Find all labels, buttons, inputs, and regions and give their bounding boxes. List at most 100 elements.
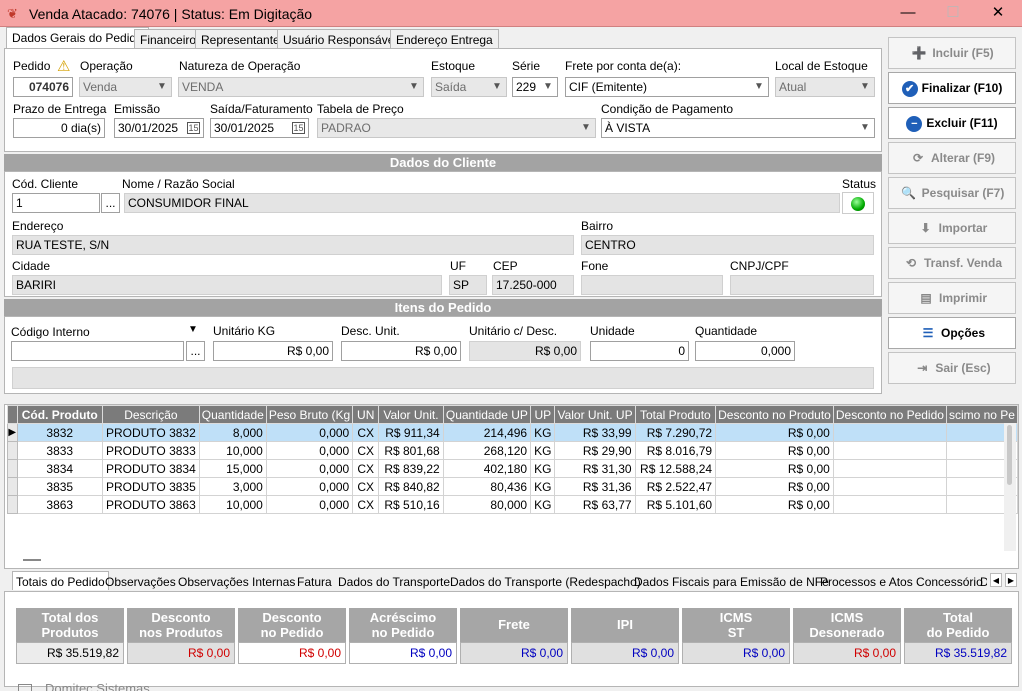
tab-scroll-right-icon[interactable]: ▶ xyxy=(1005,573,1017,587)
minimize-button[interactable]: — xyxy=(888,3,928,23)
table-cell[interactable]: 0,000 xyxy=(265,495,354,514)
table-cell[interactable]: 0,000 xyxy=(265,477,354,496)
tab-representante[interactable]: Representante xyxy=(195,29,286,48)
table-cell[interactable]: R$ 7.290,72 xyxy=(634,423,717,442)
table-cell[interactable]: 268,120 xyxy=(442,441,532,460)
table-cell[interactable]: 3833 xyxy=(16,441,103,460)
column-header[interactable]: Valor Unit. xyxy=(378,405,444,424)
table-cell[interactable]: KG xyxy=(530,441,556,460)
table-cell[interactable]: 402,180 xyxy=(442,459,532,478)
table-cell[interactable] xyxy=(832,477,947,496)
frete-select[interactable]: CIF (Emitente) ▼ xyxy=(565,77,769,97)
table-cell[interactable]: R$ 29,90 xyxy=(554,441,636,460)
table-cell[interactable] xyxy=(832,495,947,514)
table-cell[interactable] xyxy=(832,441,947,460)
calendar-icon[interactable]: 15 xyxy=(187,122,200,134)
caret-down-icon[interactable]: ▼ xyxy=(188,324,198,335)
table-cell[interactable]: R$ 2.522,47 xyxy=(634,477,717,496)
table-cell[interactable]: CX xyxy=(352,477,380,496)
estoque-select[interactable]: Saída ▼ xyxy=(431,77,507,97)
table-cell[interactable]: 10,000 xyxy=(198,495,267,514)
table-row[interactable]: 3835 PRODUTO 3835 3,000 0,000 CX R$ 840,82 80,… xyxy=(7,477,1019,496)
table-row[interactable]: 3863 PRODUTO 3863 10,000 0,000 CX R$ 510,16 80… xyxy=(7,495,1019,514)
table-cell[interactable]: PRODUTO 3863 xyxy=(101,495,200,514)
table-cell[interactable]: 0,000 xyxy=(265,423,354,442)
side-button-0[interactable]: ➕ Incluir (F5) xyxy=(888,37,1016,69)
column-header[interactable]: Valor Unit. UP xyxy=(554,405,636,424)
cliente-search-button[interactable]: ... xyxy=(101,193,120,213)
operacao-select[interactable]: Venda ▼ xyxy=(79,77,172,97)
produto-search-button[interactable]: ... xyxy=(186,341,205,361)
scrollbar-thumb[interactable] xyxy=(1007,425,1012,485)
table-cell[interactable]: R$ 911,34 xyxy=(378,423,444,442)
table-cell[interactable]: R$ 12.588,24 xyxy=(634,459,717,478)
bottom-tab[interactable]: Processos e Atos Concessório xyxy=(817,572,986,591)
table-row[interactable]: ▶ 3832 PRODUTO 3832 8,000 0,000 CX R$ 911,34 21… xyxy=(7,423,1019,442)
tab-dados-gerais[interactable]: Dados Gerais do Pedido xyxy=(6,27,149,49)
table-cell[interactable]: R$ 510,16 xyxy=(378,495,444,514)
table-cell[interactable]: CX xyxy=(352,441,380,460)
unitario-kg-field[interactable]: R$ 0,00 xyxy=(213,341,333,361)
column-header[interactable]: Quantidade UP xyxy=(442,405,532,424)
column-header[interactable]: UP xyxy=(530,405,556,424)
table-cell[interactable]: R$ 0,00 xyxy=(715,441,834,460)
column-header[interactable]: Desconto no Pedido xyxy=(832,405,947,424)
quantidade-field[interactable]: 0,000 xyxy=(695,341,795,361)
table-cell[interactable]: 10,000 xyxy=(198,441,267,460)
table-cell[interactable] xyxy=(832,459,947,478)
table-cell[interactable]: PRODUTO 3835 xyxy=(101,477,200,496)
bottom-tab[interactable]: Totais do Pedido xyxy=(12,571,109,590)
column-header[interactable]: Total Produto xyxy=(634,405,717,424)
close-button[interactable]: ✕ xyxy=(978,3,1018,23)
table-cell[interactable]: 3834 xyxy=(16,459,103,478)
tabela-preco-select[interactable]: PADRAO ▼ xyxy=(317,118,596,138)
cod-cliente-field[interactable]: 1 xyxy=(12,193,100,213)
tab-usuario-responsavel[interactable]: Usuário Responsável xyxy=(277,29,404,48)
table-cell[interactable]: R$ 31,36 xyxy=(554,477,636,496)
table-cell[interactable]: CX xyxy=(352,423,380,442)
prazo-field[interactable]: 0 dia(s) xyxy=(13,118,105,138)
side-button-3[interactable]: ⟳ Alterar (F9) xyxy=(888,142,1016,174)
table-cell[interactable]: R$ 33,99 xyxy=(554,423,636,442)
table-cell[interactable]: R$ 801,68 xyxy=(378,441,444,460)
row-indicator[interactable]: ▶ xyxy=(7,423,18,442)
side-button-4[interactable]: 🔍 Pesquisar (F7) xyxy=(888,177,1016,209)
table-cell[interactable]: R$ 0,00 xyxy=(715,495,834,514)
table-cell[interactable]: KG xyxy=(530,477,556,496)
side-button-5[interactable]: ⬇ Importar xyxy=(888,212,1016,244)
local-estoque-select[interactable]: Atual ▼ xyxy=(775,77,875,97)
bottom-tab[interactable]: Fatura xyxy=(294,572,335,591)
table-cell[interactable]: 15,000 xyxy=(198,459,267,478)
table-cell[interactable]: PRODUTO 3832 xyxy=(101,423,200,442)
emissao-date-field[interactable]: 30/01/2025 15 xyxy=(114,118,204,138)
saida-date-field[interactable]: 30/01/2025 15 xyxy=(210,118,309,138)
table-cell[interactable]: 8,000 xyxy=(198,423,267,442)
total-value[interactable]: R$ 0,00 xyxy=(238,642,346,664)
table-cell[interactable]: KG xyxy=(530,495,556,514)
table-cell[interactable]: CX xyxy=(352,495,380,514)
table-cell[interactable]: R$ 5.101,60 xyxy=(634,495,717,514)
side-button-8[interactable]: ☰ Opções xyxy=(888,317,1016,349)
table-cell[interactable]: R$ 0,00 xyxy=(715,459,834,478)
column-header[interactable]: scimo no Pe xyxy=(945,405,1019,424)
table-cell[interactable]: 0,000 xyxy=(265,459,354,478)
bottom-tab[interactable]: Dados Fiscais para Emissão de NFe xyxy=(631,572,832,591)
table-cell[interactable]: R$ 840,82 xyxy=(378,477,444,496)
codigo-interno-field[interactable] xyxy=(11,341,184,361)
table-cell[interactable]: R$ 8.016,79 xyxy=(634,441,717,460)
maximize-button[interactable]: ☐ xyxy=(933,3,973,23)
bottom-tab[interactable]: Observações xyxy=(102,572,179,591)
column-header[interactable]: Desconto no Produto xyxy=(715,405,834,424)
bottom-tab[interactable]: D xyxy=(977,572,987,591)
table-cell[interactable]: R$ 839,22 xyxy=(378,459,444,478)
natureza-select[interactable]: VENDA ▼ xyxy=(178,77,424,97)
side-button-6[interactable]: ⟲Transf. Venda› xyxy=(888,247,1016,279)
column-header[interactable]: UN xyxy=(352,405,380,424)
tab-scroll-left-icon[interactable]: ◀ xyxy=(990,573,1002,587)
table-row[interactable]: 3834 PRODUTO 3834 15,000 0,000 CX R$ 839,22 40… xyxy=(7,459,1019,478)
calendar-icon[interactable]: 15 xyxy=(292,122,305,134)
serie-select[interactable]: 229 ▼ xyxy=(512,77,558,97)
table-cell[interactable]: 3863 xyxy=(16,495,103,514)
table-cell[interactable]: KG xyxy=(530,459,556,478)
grid-vertical-scrollbar[interactable] xyxy=(1004,423,1016,551)
